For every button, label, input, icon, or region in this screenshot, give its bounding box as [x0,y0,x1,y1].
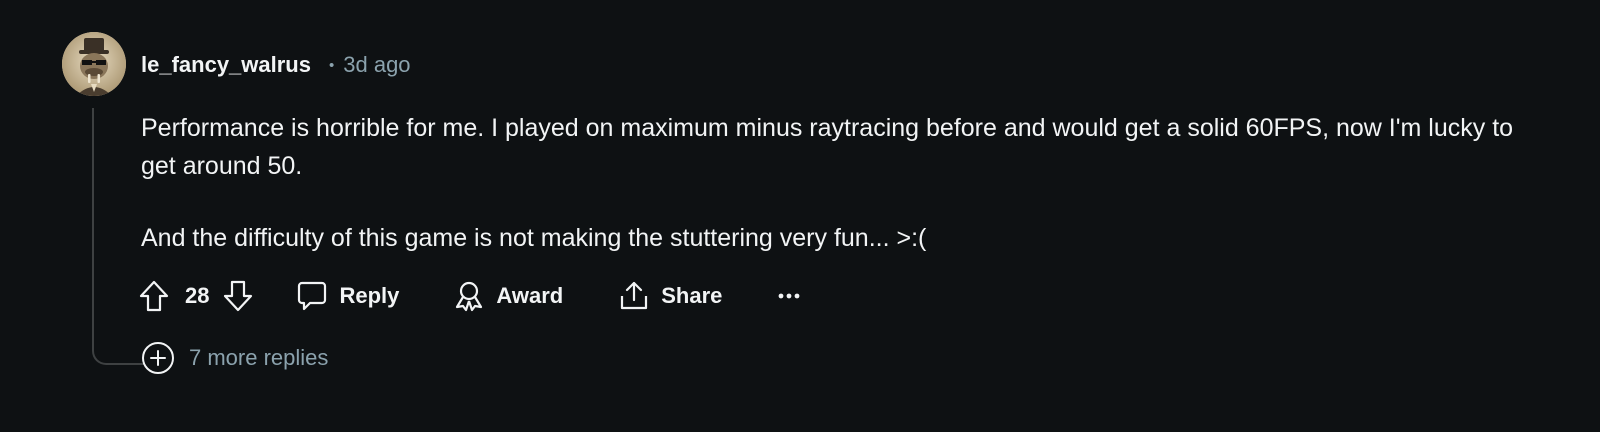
avatar[interactable] [62,32,126,96]
comment-header: le_fancy_walrus • 3d ago [141,50,411,80]
upvote-icon [139,280,169,312]
vote-count: 28 [185,283,210,308]
more-replies-button[interactable]: 7 more replies [141,341,328,375]
more-options-icon [779,293,800,299]
downvote-icon [224,280,253,312]
more-options-button[interactable] [777,292,812,300]
thread-line[interactable] [92,108,144,365]
walrus-avatar-icon [62,32,126,96]
reply-label: Reply [339,283,400,308]
comment-bubble-icon [298,281,327,311]
author-name[interactable]: le_fancy_walrus [141,52,311,78]
share-label: Share [661,283,723,308]
comment: le_fancy_walrus • 3d ago Performance is … [0,0,1600,432]
vote-group: 28 [139,280,253,312]
upvote-button[interactable] [139,280,169,312]
timestamp[interactable]: 3d ago [343,52,410,78]
reply-button[interactable]: Reply [296,280,399,312]
meta-separator: • [328,56,335,74]
more-replies-label: 7 more replies [189,345,329,370]
downvote-button[interactable] [223,280,253,312]
expand-plus-icon [142,342,174,374]
comment-actions: 28 Reply Award Share [139,276,812,316]
comment-paragraph: Performance is horrible for me. I played… [141,114,1514,180]
comment-body: Performance is horrible for me. I played… [141,109,1521,257]
share-button[interactable]: Share [618,280,722,312]
award-button[interactable]: Award [453,280,563,312]
award-label: Award [496,283,564,308]
share-icon [621,281,648,310]
comment-paragraph: And the difficulty of this game is not m… [141,224,927,252]
award-icon [456,281,483,312]
